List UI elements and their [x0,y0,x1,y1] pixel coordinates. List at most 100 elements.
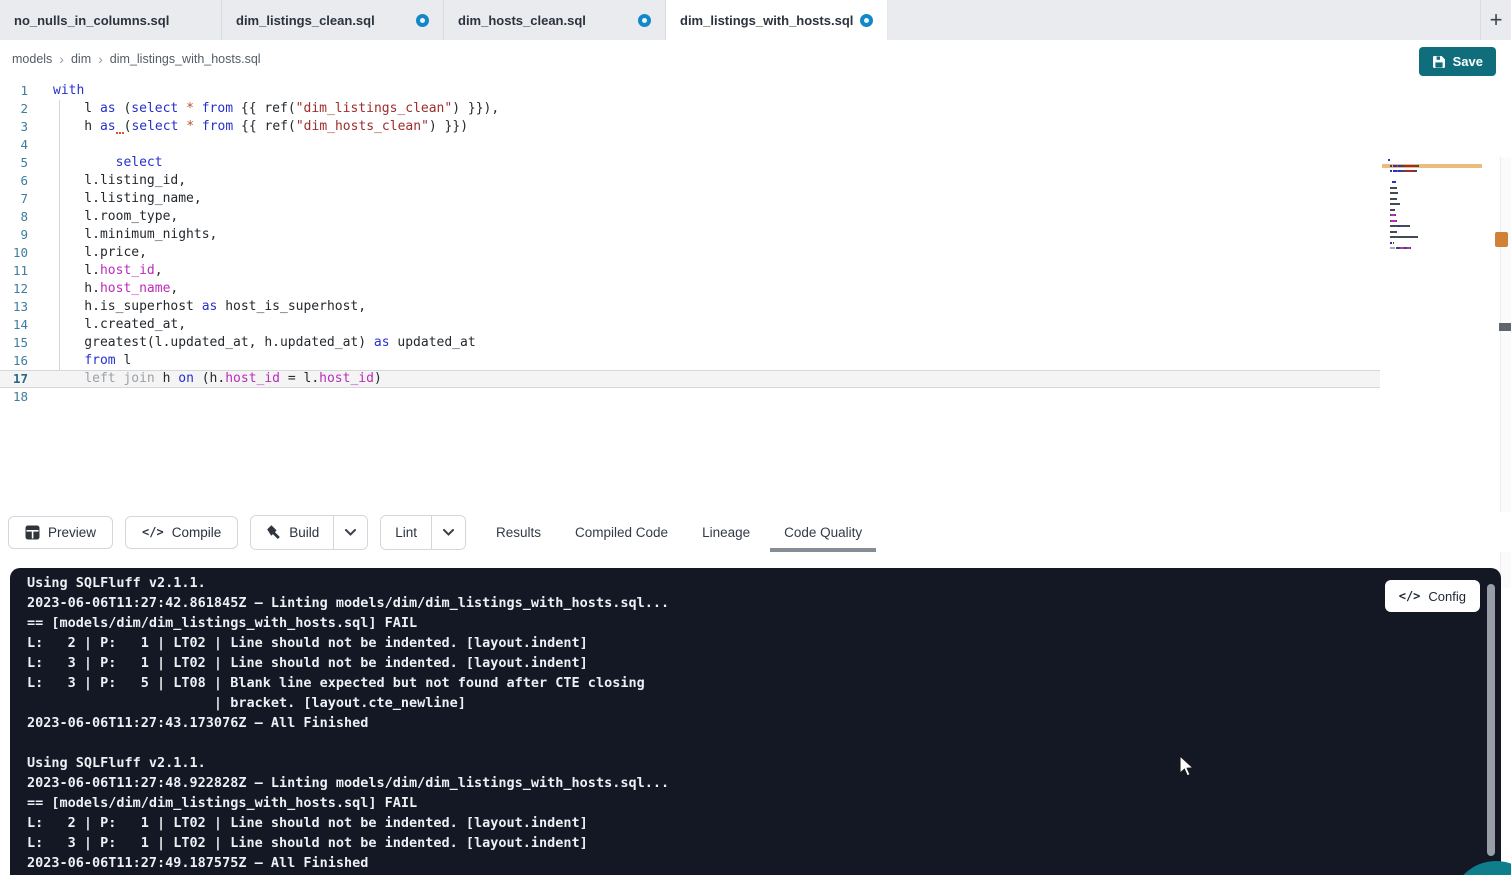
unsaved-changes-icon[interactable] [638,14,651,27]
new-tab-button[interactable]: + [1480,0,1511,40]
save-button[interactable]: Save [1419,47,1496,76]
code-line[interactable]: 17 left join h on (h.host_id = l.host_id… [0,370,1380,388]
file-tab[interactable]: dim_listings_with_hosts.sql [666,0,888,40]
minimap-line [1388,225,1410,227]
code-text: h as (select * from {{ ref("dim_hosts_cl… [53,118,468,136]
code-line[interactable]: 6 l.listing_id, [0,172,1380,190]
panel-tab-compiled-code[interactable]: Compiled Code [573,512,670,552]
file-tab[interactable]: no_nulls_in_columns.sql [0,0,222,40]
code-editor[interactable]: 1with2 l as (select * from {{ ref("dim_l… [0,78,1511,512]
terminal-panel[interactable]: Using SQLFluff v2.1.1. 2023-06-06T11:27:4… [10,568,1501,875]
code-line[interactable]: 14 l.created_at, [0,316,1380,334]
line-number: 10 [0,244,28,262]
code-line[interactable]: 5 select [0,154,1380,172]
code-text: l.created_at, [53,316,186,334]
config-button-label: Config [1428,589,1466,604]
save-button-label: Save [1453,54,1483,69]
minimap-line [1388,181,1396,183]
build-button-group: Build [250,515,368,550]
breadcrumb-item[interactable]: dim_listings_with_hosts.sql [110,52,261,66]
line-number: 15 [0,334,28,352]
line-number: 8 [0,208,28,226]
action-buttons: Preview </> Compile Build [8,515,466,550]
line-number: 5 [0,154,28,172]
line-number: 9 [0,226,28,244]
code-line[interactable]: 10 l.price, [0,244,1380,262]
terminal-line: L: 3 | P: 5 | LT08 | Blank line expected… [27,673,1461,693]
code-text: h.is_superhost as host_is_superhost, [53,298,366,316]
build-dropdown-button[interactable] [333,516,367,549]
code-text: l.host_id, [53,262,163,280]
plus-icon: + [1490,7,1503,33]
code-line[interactable]: 2 l as (select * from {{ ref("dim_listin… [0,100,1380,118]
code-line[interactable]: 12 h.host_name, [0,280,1380,298]
lint-button-label: Lint [395,525,417,540]
panel-tab-lineage[interactable]: Lineage [700,512,752,552]
terminal-line: 2023-06-06T11:27:42.861845Z — Linting mo… [27,593,1461,613]
code-line[interactable]: 9 l.minimum_nights, [0,226,1380,244]
code-text: l as (select * from {{ ref("dim_listings… [53,100,499,118]
panel-tab-results[interactable]: Results [494,512,543,552]
line-number: 17 [0,371,28,387]
chevron-right-icon: › [98,51,103,67]
unsaved-changes-icon[interactable] [416,14,429,27]
code-text: h.host_name, [53,280,178,298]
minimap-line [1388,242,1393,244]
save-icon [1432,55,1446,69]
file-tab[interactable]: dim_listings_clean.sql [222,0,444,40]
file-tab[interactable]: dim_hosts_clean.sql [444,0,666,40]
config-button[interactable]: </> Config [1385,580,1480,612]
line-number: 14 [0,316,28,334]
build-button[interactable]: Build [251,516,333,549]
lint-button-group: Lint [380,515,466,550]
code-line[interactable]: 16 from l [0,352,1380,370]
line-number: 16 [0,352,28,370]
terminal-line: 2023-06-06T11:27:49.187575Z — All Finish… [27,853,1461,873]
code-line[interactable]: 8 l.room_type, [0,208,1380,226]
minimap-line [1388,231,1397,233]
terminal-scrollbar[interactable] [1487,584,1495,856]
file-tab-label: dim_listings_clean.sql [236,13,375,28]
breadcrumb-item[interactable]: models [12,52,52,66]
preview-button[interactable]: Preview [8,516,113,549]
editor-toolbar: Preview </> Compile Build [0,512,1511,552]
minimap-line [1388,236,1418,238]
lint-dropdown-button[interactable] [431,516,465,549]
code-line[interactable]: 13 h.is_superhost as host_is_superhost, [0,298,1380,316]
lint-button[interactable]: Lint [381,516,431,549]
ide-window: no_nulls_in_columns.sql dim_listings_clea… [0,0,1511,875]
code-line[interactable]: 1with [0,82,1380,100]
file-tab-label: dim_hosts_clean.sql [458,13,586,28]
terminal-line: == [models/dim/dim_listings_with_hosts.s… [27,613,1461,633]
terminal-line: L: 2 | P: 1 | LT02 | Line should not be … [27,813,1461,833]
minimap-line [1388,247,1411,249]
code-text: with [53,82,84,100]
code-line[interactable]: 7 l.listing_name, [0,190,1380,208]
unsaved-changes-icon[interactable] [860,14,873,27]
chevron-down-icon [345,529,356,536]
minimap-line [1388,187,1397,189]
code-line[interactable]: 15 greatest(l.updated_at, h.updated_at) … [0,334,1380,352]
terminal-output: Using SQLFluff v2.1.1. 2023-06-06T11:27:4… [27,573,1461,873]
line-number: 12 [0,280,28,298]
minimap-line [1388,209,1395,211]
code-line[interactable]: 18 [0,388,1380,406]
terminal-line: L: 3 | P: 1 | LT02 | Line should not be … [27,833,1461,853]
line-number: 2 [0,100,28,118]
code-line[interactable]: 3 h as (select * from {{ ref("dim_hosts_… [0,118,1380,136]
breadcrumb-item[interactable]: dim [71,52,91,66]
panel-tab-code-quality[interactable]: Code Quality [782,512,864,552]
hammer-icon [265,524,281,540]
table-grid-icon [25,525,40,540]
code-line[interactable]: 4 [0,136,1380,154]
terminal-line: Using SQLFluff v2.1.1. [27,753,1461,773]
compile-button-label: Compile [172,525,222,540]
line-number: 7 [0,190,28,208]
minimap-line [1388,192,1398,194]
minimap[interactable] [1388,159,1466,279]
compile-button[interactable]: </> Compile [125,516,238,549]
editor-scrollbar-handle[interactable] [1499,323,1511,331]
code-line[interactable]: 11 l.host_id, [0,262,1380,280]
code-text: greatest(l.updated_at, h.updated_at) as … [53,334,476,352]
line-number: 13 [0,298,28,316]
